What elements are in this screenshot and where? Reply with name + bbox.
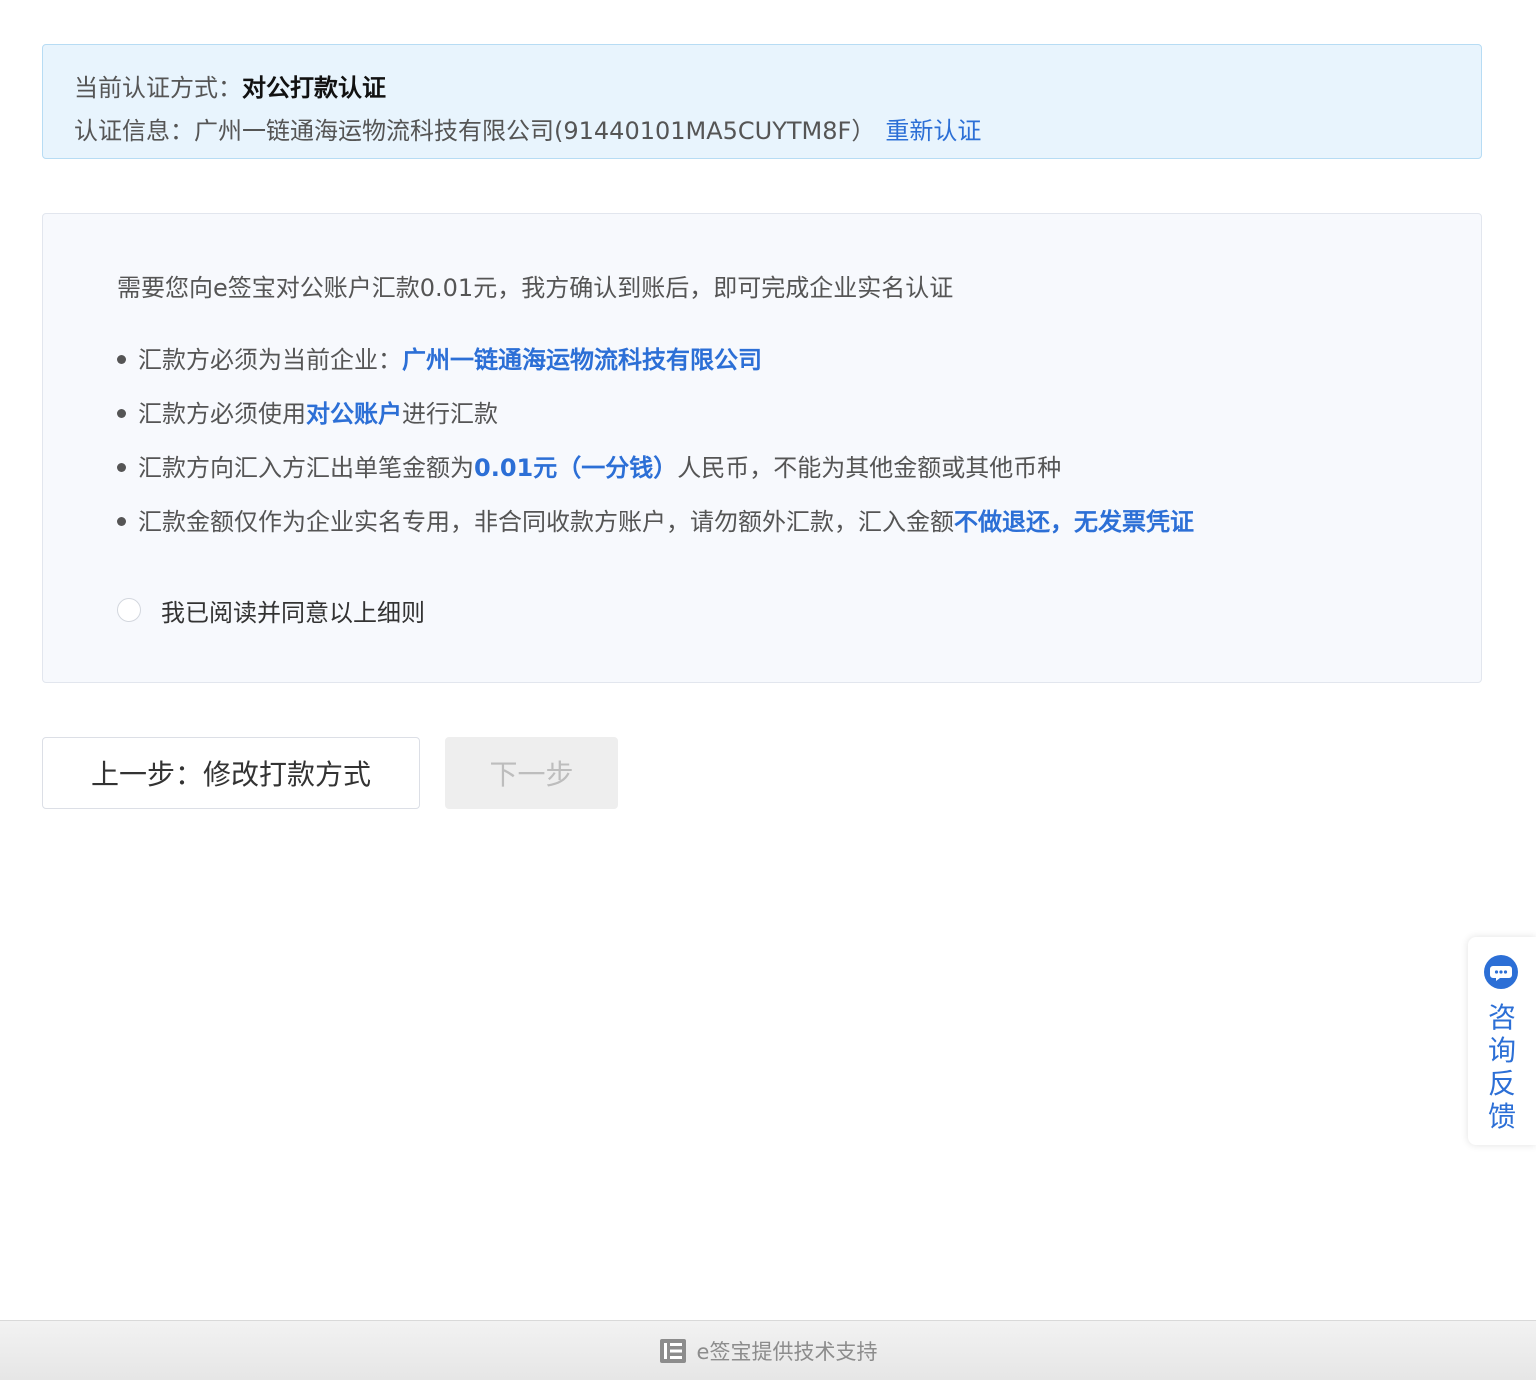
rule-highlight: 对公账户 [306,400,402,428]
rule-item: 汇款方必须使用对公账户进行汇款 [117,396,498,432]
auth-method-line: 当前认证方式：对公打款认证 [74,67,1450,110]
agree-label[interactable]: 我已阅读并同意以上细则 [161,593,425,628]
rule-highlight: 广州一链通海运物流科技有限公司 [402,346,762,374]
bullet-icon [117,408,126,418]
consult-char: 馈 [1487,1100,1516,1133]
footer-text: e签宝提供技术支持 [696,1339,878,1364]
bullet-icon [117,516,126,526]
chat-bubble-icon [1484,955,1518,989]
next-step-button[interactable]: 下一步 [445,737,618,809]
consult-char: 询 [1487,1034,1516,1067]
bullet-icon [117,354,126,364]
auth-method-label: 当前认证方式： [74,74,242,102]
transfer-rules-card: 需要您向e签宝对公账户汇款0.01元，我方确认到账后，即可完成企业实名认证 汇款… [42,213,1482,683]
rule-item: 汇款方必须为当前企业：广州一链通海运物流科技有限公司 [117,342,762,378]
rule-text-after: 人民币，不能为其他金额或其他币种 [677,454,1062,482]
rule-text: 汇款金额仅作为企业实名专用，非合同收款方账户，请勿额外汇款，汇入金额 [138,508,954,536]
rule-item: 汇款方向汇入方汇出单笔金额为0.01元（一分钱）人民币，不能为其他金额或其他币种 [117,450,1061,486]
auth-info-label: 认证信息： [74,117,194,145]
consult-label: 咨 询 反 馈 [1468,1001,1536,1133]
consult-char: 反 [1487,1067,1516,1100]
consult-feedback-tab[interactable]: 咨 询 反 馈 [1468,937,1536,1145]
rule-highlight: 0.01元（一分钱） [474,454,678,482]
rule-item: 汇款金额仅作为企业实名专用，非合同收款方账户，请勿额外汇款，汇入金额不做退还，无… [117,504,1194,540]
rule-text: 汇款方向汇入方汇出单笔金额为 [138,454,474,482]
agree-checkbox[interactable]: 我已阅读并同意以上细则 [117,592,425,628]
agree-radio[interactable] [117,598,141,622]
auth-info-box: 当前认证方式：对公打款认证 认证信息：广州一链通海运物流科技有限公司(91440… [42,44,1482,159]
rule-highlight: 不做退还，无发票凭证 [954,508,1194,536]
rule-text-after: 进行汇款 [402,400,498,428]
auth-info-value: 广州一链通海运物流科技有限公司(91440101MA5CUYTM8F） [194,117,876,145]
auth-method-value: 对公打款认证 [242,74,386,102]
footer: e签宝提供技术支持 [0,1320,1536,1380]
prev-step-button[interactable]: 上一步：修改打款方式 [42,737,420,809]
consult-char: 咨 [1487,1001,1516,1034]
auth-info-line: 认证信息：广州一链通海运物流科技有限公司(91440101MA5CUYTM8F）… [74,110,1450,153]
reauth-link[interactable]: 重新认证 [885,117,981,145]
rules-intro: 需要您向e签宝对公账户汇款0.01元，我方确认到账后，即可完成企业实名认证 [117,274,954,302]
esign-logo-icon [659,1338,686,1363]
bullet-icon [117,462,126,472]
page: 当前认证方式：对公打款认证 认证信息：广州一链通海运物流科技有限公司(91440… [0,0,1536,1380]
rule-text: 汇款方必须为当前企业： [138,346,402,374]
rule-text: 汇款方必须使用 [138,400,306,428]
